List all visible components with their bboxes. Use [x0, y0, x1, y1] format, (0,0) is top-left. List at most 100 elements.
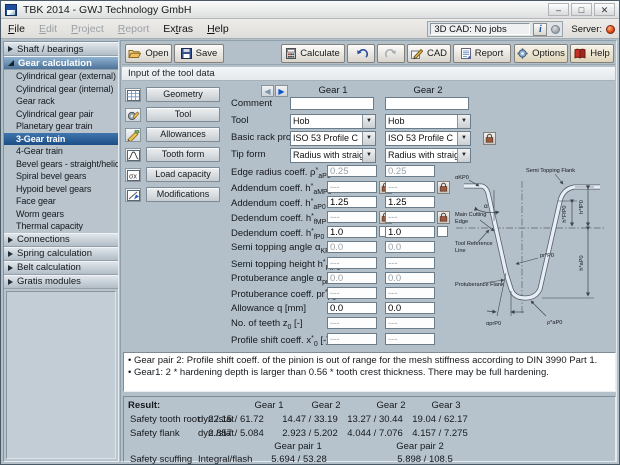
- tip-form-gear1-select[interactable]: Radius with straight...▼: [290, 148, 376, 163]
- sidebar-item-3-gear-train[interactable]: 3-Gear train: [4, 133, 118, 146]
- form-row-dedendum-coeff-machining: Dedendum coeff. h*fMP [-]: [231, 211, 483, 225]
- info-button[interactable]: i: [533, 23, 547, 36]
- tab-tool[interactable]: Tool: [146, 107, 220, 122]
- undo-button[interactable]: [347, 44, 375, 63]
- dedendum-coeff-machining-label: Dedendum coeff. h*fMP [-]: [231, 212, 331, 226]
- close-button[interactable]: ✕: [594, 3, 615, 16]
- sidebar-section-gear-calculation[interactable]: Gear calculation: [4, 56, 118, 70]
- help-button[interactable]: Help: [570, 44, 614, 63]
- options-button[interactable]: Options: [514, 44, 568, 63]
- form-row-comment: Comment: [231, 97, 483, 114]
- chevron-down-icon: ▼: [362, 115, 375, 128]
- tab-tooth-form[interactable]: Tooth form: [146, 147, 220, 162]
- sidebar-item-spiral-bevel-gears[interactable]: Spiral bevel gears: [4, 170, 118, 183]
- calculator-icon: [286, 48, 296, 59]
- comment-gear2-input[interactable]: [385, 97, 469, 110]
- basic-rack-profile-gear1-select[interactable]: ISO 53 Profile C▼: [290, 131, 376, 146]
- sidebar-item-gear-rack[interactable]: Gear rack: [4, 95, 118, 108]
- cad-button[interactable]: CAD: [407, 44, 451, 63]
- form-row-protuberance-angle: Protuberance angle αprP0 [°]: [231, 272, 483, 286]
- tool-gear1-select[interactable]: Hob▼: [290, 114, 376, 129]
- sidebar-item-thermal-capacity[interactable]: Thermal capacity: [4, 220, 118, 233]
- server-status-led: [606, 25, 615, 34]
- allowance-gear2-input[interactable]: [385, 302, 435, 314]
- sidebar-item-bevel-gears-straight-helical[interactable]: Bevel gears - straight/helical: [4, 158, 118, 171]
- rho-ap0-label: ρ*aP0: [547, 320, 562, 326]
- gear2-column-header: Gear 2: [385, 85, 471, 96]
- report-document-icon: [461, 48, 471, 59]
- toolbar: Open Save Calculate CAD Report: [122, 43, 615, 65]
- sidebar-item-cylindrical-gear-external-[interactable]: Cylindrical gear (external): [4, 70, 118, 83]
- menu-help[interactable]: Help: [200, 20, 236, 38]
- menu-extras[interactable]: Extras: [156, 20, 200, 38]
- result-pair-header: Gear pair 1: [274, 441, 322, 452]
- tool-tab-row: Tooth form: [124, 147, 232, 167]
- result-value: 4.157 / 7.275: [412, 428, 467, 439]
- menu-file[interactable]: File: [1, 20, 32, 38]
- sidebar-section-gratis-modules[interactable]: Gratis modules: [4, 275, 118, 289]
- form-row-semi-topping-angle: Semi topping angle αKP0 [°]: [231, 241, 483, 255]
- sidebar-section-shaft-bearings[interactable]: Shaft / bearings: [4, 42, 118, 56]
- dedendum-coeff-gear1-input[interactable]: [327, 226, 377, 238]
- protuberance-flank-label: Protuberance Flank: [455, 282, 504, 288]
- edge-radius-coeff-gear2-input: [385, 165, 435, 177]
- dedendum-coeff-gear2-checkbox[interactable]: [437, 226, 448, 237]
- tab-geometry[interactable]: Geometry: [146, 87, 220, 102]
- sidebar-section-belt-calculation[interactable]: Belt calculation: [4, 261, 118, 275]
- sidebar-item-worm-gears[interactable]: Worm gears: [4, 208, 118, 221]
- addendum-coeff-gear2-input[interactable]: [385, 196, 435, 208]
- addendum-coeff-machining-gear2-lock-button[interactable]: [437, 181, 450, 194]
- sidebar-item-planetary-gear-train[interactable]: Planetary gear train: [4, 120, 118, 133]
- edge-radius-coeff-label: Edge radius coeff. ρ*aP0 [-]: [231, 166, 331, 180]
- sidebar-item-4-gear-train[interactable]: 4-Gear train: [4, 145, 118, 158]
- geometry-icon: [125, 88, 141, 102]
- result-gear-header: Gear 3: [431, 400, 460, 411]
- tab-allowances[interactable]: Allowances: [146, 127, 220, 142]
- allowances-icon: [125, 128, 141, 142]
- minimize-button[interactable]: –: [548, 3, 569, 16]
- report-button[interactable]: Report: [453, 44, 511, 63]
- results-panel: Result:Gear 1Gear 2Gear 2Gear 3Safety to…: [123, 396, 616, 462]
- semi-topping-angle-label: Semi topping angle αKP0 [°]: [231, 242, 331, 255]
- dedendum-coeff-machining-gear2-lock-button[interactable]: [437, 211, 450, 224]
- allowance-gear1-input[interactable]: [327, 302, 377, 314]
- result-value: 4.044 / 7.076: [347, 428, 402, 439]
- warning-message: • Gear pair 2: Profile shift coeff. of t…: [128, 355, 611, 367]
- open-button-label: Open: [145, 48, 168, 59]
- tab-load-capacity[interactable]: Load capacity: [146, 167, 220, 182]
- basic-rack-profile-gear2-select[interactable]: ISO 53 Profile C▼: [385, 131, 471, 146]
- basic-rack-profile-lock-button[interactable]: [483, 132, 496, 145]
- cad-status-field: 3D CAD: No jobs: [430, 23, 530, 35]
- help-button-label: Help: [590, 48, 610, 59]
- result-value: 22.15 / 61.72: [208, 414, 263, 425]
- gear1-column-header: Gear 1: [290, 85, 376, 96]
- sidebar-item-cylindrical-gear-internal-[interactable]: Cylindrical gear (internal): [4, 83, 118, 96]
- scroll-right-button[interactable]: ▶: [275, 85, 288, 97]
- sidebar-section-connections[interactable]: Connections: [4, 233, 118, 247]
- tab-modifications[interactable]: Modifications: [146, 187, 220, 202]
- sidebar-item-hypoid-bevel-gears[interactable]: Hypoid bevel gears: [4, 183, 118, 196]
- comment-gear1-input[interactable]: [290, 97, 374, 110]
- collapsed-triangle-icon: [8, 265, 13, 271]
- calculate-button[interactable]: Calculate: [281, 44, 345, 63]
- save-button[interactable]: Save: [174, 44, 224, 63]
- dedendum-coeff-gear2-input[interactable]: [385, 226, 435, 238]
- sidebar-empty-area: [6, 291, 116, 460]
- calculate-button-label: Calculate: [300, 48, 340, 59]
- addendum-coeff-gear1-input[interactable]: [327, 196, 377, 208]
- form-row-tip-form: Tip formRadius with straight...▼Radius w…: [231, 148, 483, 165]
- scroll-left-button[interactable]: ◀: [261, 85, 274, 97]
- open-button[interactable]: Open: [125, 44, 172, 63]
- tool-gear2-select[interactable]: Hob▼: [385, 114, 471, 129]
- collapsed-triangle-icon: [8, 46, 13, 52]
- main-cutting-edge-label-1: Main Cutting: [455, 212, 486, 218]
- dedendum-coeff-label: Dedendum coeff. h*fP0 [-]: [231, 227, 331, 241]
- alpha-kp0-label: αKP0: [455, 175, 469, 181]
- sidebar-item-cylindrical-gear-pair[interactable]: Cylindrical gear pair: [4, 108, 118, 121]
- sidebar-section-spring-calculation[interactable]: Spring calculation: [4, 247, 118, 261]
- undo-icon: [355, 49, 368, 59]
- svg-text:σx: σx: [129, 173, 137, 180]
- main-panel: Open Save Calculate CAD Report: [120, 40, 617, 462]
- maximize-button[interactable]: □: [571, 3, 592, 16]
- sidebar-item-face-gear[interactable]: Face gear: [4, 195, 118, 208]
